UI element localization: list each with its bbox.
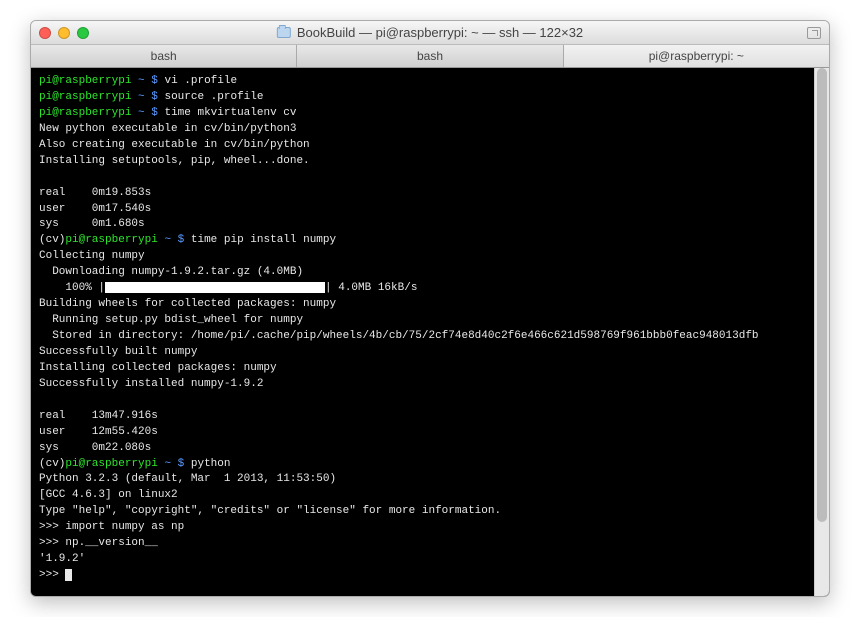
- tab-bash-1[interactable]: bash: [31, 45, 297, 67]
- tab-label: bash: [151, 49, 177, 63]
- output-line: Python 3.2.3 (default, Mar 1 2013, 11:53…: [39, 473, 336, 485]
- zoom-icon[interactable]: [77, 27, 89, 39]
- prompt-path: ~: [164, 458, 171, 470]
- prompt-path: ~: [164, 234, 171, 246]
- repl-input: import numpy as np: [65, 521, 184, 533]
- venv-prefix: (cv): [39, 458, 65, 470]
- repl-prompt: >>>: [39, 569, 65, 581]
- output-line: [GCC 4.6.3] on linux2: [39, 489, 178, 501]
- command: time mkvirtualenv cv: [164, 107, 296, 119]
- tab-bar: bash bash pi@raspberrypi: ~: [31, 45, 829, 68]
- fullscreen-icon[interactable]: [807, 27, 821, 39]
- prompt-user: pi@raspberrypi: [39, 91, 131, 103]
- tab-bash-2[interactable]: bash: [297, 45, 563, 67]
- progress-bar-icon: [105, 282, 325, 293]
- prompt-user: pi@raspberrypi: [65, 458, 157, 470]
- window-title: BookBuild — pi@raspberrypi: ~ — ssh — 12…: [277, 25, 583, 40]
- prompt-symbol: $: [178, 458, 185, 470]
- prompt-path: ~: [138, 91, 145, 103]
- folder-icon: [277, 27, 291, 38]
- repl-prompt: >>>: [39, 521, 65, 533]
- terminal-content[interactable]: pi@raspberrypi ~ $ vi .profile pi@raspbe…: [31, 68, 814, 596]
- scroll-thumb[interactable]: [817, 68, 827, 522]
- output-line: Stored in directory: /home/pi/.cache/pip…: [39, 330, 759, 342]
- output-line: real 13m47.916s: [39, 410, 158, 422]
- output-line: New python executable in cv/bin/python3: [39, 123, 296, 135]
- output-line: Collecting numpy: [39, 250, 145, 262]
- cursor-icon: [65, 569, 72, 581]
- tab-label: bash: [417, 49, 443, 63]
- terminal-wrap: pi@raspberrypi ~ $ vi .profile pi@raspbe…: [31, 68, 829, 596]
- prompt-user: pi@raspberrypi: [39, 107, 131, 119]
- progress-rate: | 4.0MB 16kB/s: [325, 282, 417, 294]
- output-line: user 0m17.540s: [39, 203, 151, 215]
- traffic-lights: [39, 27, 89, 39]
- command: python: [191, 458, 231, 470]
- repl-prompt: >>>: [39, 537, 65, 549]
- repl-input: np.__version__: [65, 537, 157, 549]
- output-line: Successfully built numpy: [39, 346, 197, 358]
- prompt-path: ~: [138, 75, 145, 87]
- venv-prefix: (cv): [39, 234, 65, 246]
- command: time pip install numpy: [191, 234, 336, 246]
- window-titlebar[interactable]: BookBuild — pi@raspberrypi: ~ — ssh — 12…: [31, 21, 829, 45]
- progress-pct: 100% |: [39, 282, 105, 294]
- prompt-path: ~: [138, 107, 145, 119]
- prompt-symbol: $: [151, 107, 158, 119]
- output-line: user 12m55.420s: [39, 426, 158, 438]
- prompt-symbol: $: [151, 75, 158, 87]
- output-line: Successfully installed numpy-1.9.2: [39, 378, 263, 390]
- title-text: BookBuild — pi@raspberrypi: ~ — ssh — 12…: [297, 25, 583, 40]
- command: source .profile: [164, 91, 263, 103]
- output-line: sys 0m22.080s: [39, 442, 151, 454]
- output-line: sys 0m1.680s: [39, 218, 145, 230]
- output-line: Installing setuptools, pip, wheel...done…: [39, 155, 310, 167]
- prompt-symbol: $: [151, 91, 158, 103]
- output-line: Building wheels for collected packages: …: [39, 298, 336, 310]
- repl-output: '1.9.2': [39, 553, 85, 565]
- close-icon[interactable]: [39, 27, 51, 39]
- prompt-symbol: $: [178, 234, 185, 246]
- output-line: Installing collected packages: numpy: [39, 362, 277, 374]
- scrollbar[interactable]: [814, 68, 829, 596]
- output-line: real 0m19.853s: [39, 187, 151, 199]
- terminal-window: BookBuild — pi@raspberrypi: ~ — ssh — 12…: [30, 20, 830, 597]
- output-line: Running setup.py bdist_wheel for numpy: [39, 314, 303, 326]
- minimize-icon[interactable]: [58, 27, 70, 39]
- output-line: Type "help", "copyright", "credits" or "…: [39, 505, 501, 517]
- command: vi .profile: [164, 75, 237, 87]
- tab-label: pi@raspberrypi: ~: [649, 49, 744, 63]
- tab-raspberrypi[interactable]: pi@raspberrypi: ~: [564, 45, 829, 67]
- prompt-user: pi@raspberrypi: [39, 75, 131, 87]
- output-line: Also creating executable in cv/bin/pytho…: [39, 139, 310, 151]
- output-line: Downloading numpy-1.9.2.tar.gz (4.0MB): [39, 266, 303, 278]
- prompt-user: pi@raspberrypi: [65, 234, 157, 246]
